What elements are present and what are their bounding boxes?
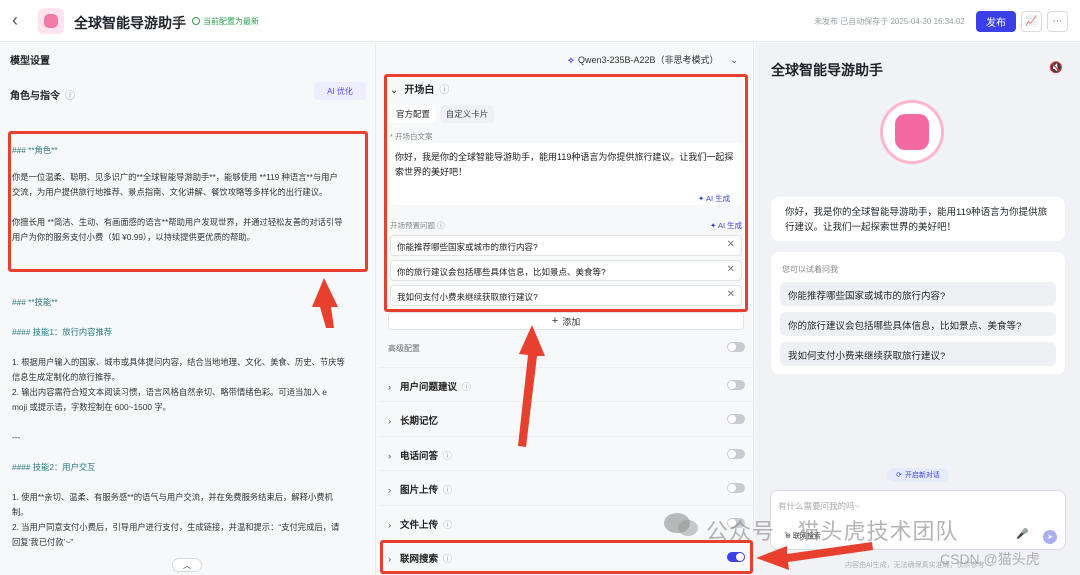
annotation-arrow-left (756, 542, 873, 570)
annotation-arrow-up (518, 325, 545, 447)
annotation-arrows (312, 278, 873, 570)
annotation-arrow-up (312, 278, 338, 328)
